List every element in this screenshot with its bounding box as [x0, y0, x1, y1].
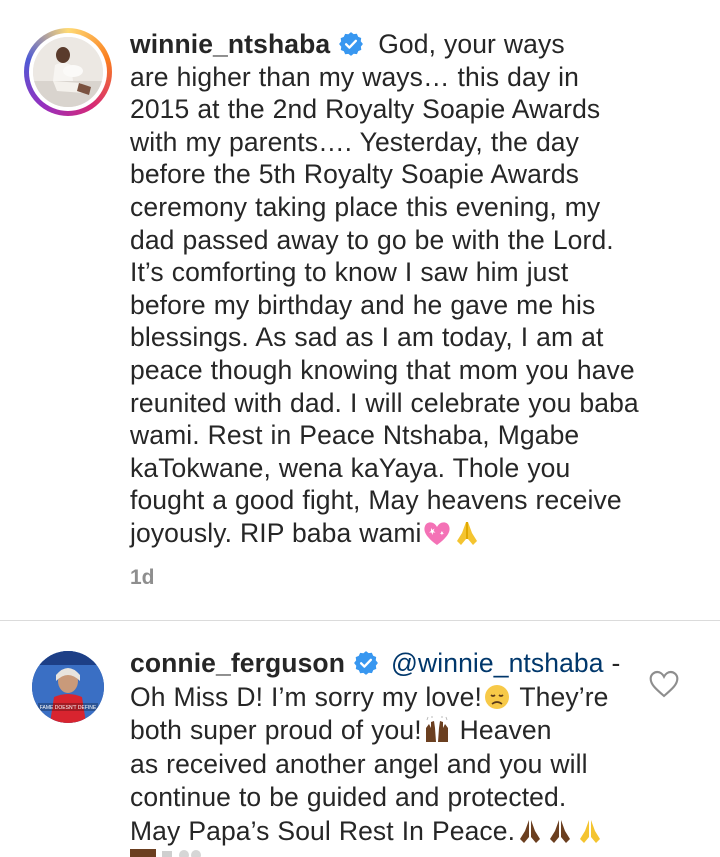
- folded-hands-dark-icon: [520, 819, 541, 843]
- comment-line: both super proud of you!: [130, 715, 422, 745]
- caption-line: fought a good fight, May heavens receive: [130, 485, 622, 516]
- comment-text: connie_ferguson @winnie_ntshaba - Oh Miss…: [130, 647, 630, 848]
- caption-line: 2015 at the 2nd Royalty Soapie Awards: [130, 94, 601, 125]
- caption-line-1: God, your ways: [378, 29, 565, 59]
- mention-link[interactable]: @winnie_ntshaba: [391, 648, 604, 678]
- caption-line: wami. Rest in Peace Ntshaba, Mgabe: [130, 420, 580, 451]
- like-heart-icon[interactable]: [648, 669, 680, 699]
- comment: FAME DOESN'T DEFINE connie_ferguson @winn…: [0, 621, 720, 857]
- caption-line: before the 5th Royalty Soapie Awards: [130, 159, 580, 190]
- folded-hands-dark-icon: [550, 819, 571, 843]
- caption-line: kaTokwane, wena kaYaya. Thole you: [130, 452, 571, 483]
- caption-line: It’s comforting to know I saw him just: [130, 257, 569, 288]
- winnie-avatar[interactable]: [33, 37, 103, 107]
- raising-hands-icon: [425, 716, 448, 742]
- caption-line: peace though knowing that mom you have: [130, 354, 635, 385]
- cover-text: FAME DOESN'T DEFINE: [40, 705, 97, 711]
- comment-line: Oh Miss D! I’m sorry my love!: [130, 681, 482, 712]
- caption-line: before my birthday and he gave me his: [130, 289, 596, 320]
- post-username[interactable]: winnie_ntshaba: [130, 29, 330, 59]
- caption-line: ceremony taking place this evening, my: [130, 191, 601, 222]
- comment-line: May Papa’s Soul Rest In Peace.: [130, 815, 516, 846]
- cut-off-emoji-row: [130, 849, 201, 857]
- post-caption: winnie_ntshaba God, your ways are higher …: [130, 28, 690, 550]
- comment-line: as received another angel and you will: [130, 748, 588, 779]
- disappointed-face-icon: [484, 684, 509, 709]
- connie-avatar[interactable]: FAME DOESN'T DEFINE: [32, 651, 104, 723]
- comment-line-tail: They’re: [511, 681, 609, 712]
- caption-line: with my parents…. Yesterday, the day: [130, 126, 579, 157]
- story-ring[interactable]: [24, 28, 112, 116]
- mention-suffix: -: [603, 648, 621, 678]
- post-timestamp: 1d: [130, 566, 155, 589]
- verified-badge-icon: [339, 32, 364, 56]
- comment-username[interactable]: connie_ferguson: [130, 648, 345, 678]
- comment-line: continue to be guided and protected.: [130, 782, 567, 812]
- caption-line: dad passed away to go be with the Lord.: [130, 224, 614, 255]
- folded-hands-icon: [456, 521, 477, 545]
- post-caption-block: winnie_ntshaba God, your ways are higher …: [0, 0, 720, 620]
- caption-line: reunited with dad. I will celebrate you …: [130, 387, 639, 418]
- caption-line-last: joyously. RIP baba wami: [130, 517, 422, 548]
- folded-hands-icon: [580, 819, 601, 843]
- comment-line-tail: Heaven: [451, 715, 552, 745]
- caption-line: blessings. As sad as I am today, I am at: [130, 322, 604, 353]
- caption-line: are higher than my ways… this day in: [130, 61, 579, 92]
- verified-badge-icon: [354, 651, 378, 675]
- sparkling-heart-icon: [423, 522, 450, 545]
